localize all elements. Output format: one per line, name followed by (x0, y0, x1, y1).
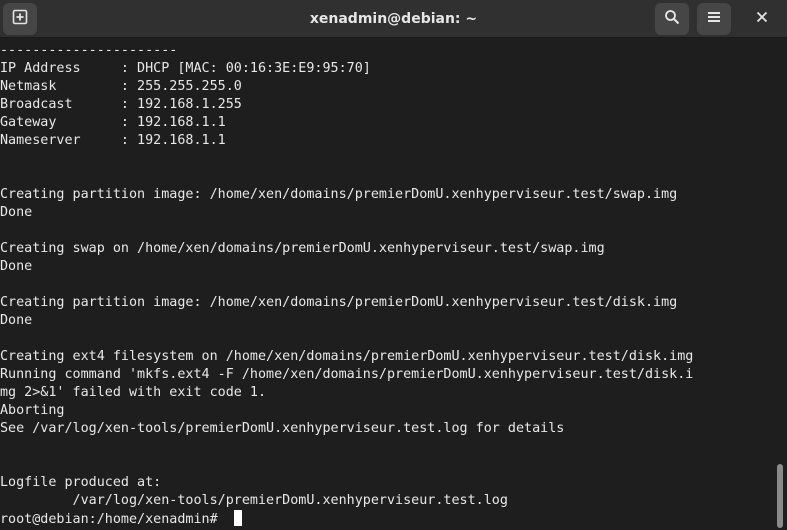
terminal-line: Creating ext4 filesystem on /home/xen/do… (0, 349, 694, 364)
scrollbar-thumb[interactable] (777, 464, 783, 528)
new-tab-button[interactable] (3, 3, 37, 35)
text-cursor (233, 510, 242, 526)
menu-button[interactable] (697, 3, 731, 35)
hamburger-menu-icon (706, 9, 722, 30)
terminal-window: xenadmin@debian: ~ ---------------------… (0, 0, 787, 530)
terminal-line: IP Address : DHCP [MAC: 00:16:3E:E9:95:7… (0, 61, 371, 76)
terminal-line: Gateway : 192.168.1.1 (0, 115, 226, 130)
terminal-line: ---------------------- (0, 43, 178, 58)
terminal-line: See /var/log/xen-tools/premierDomU.xenhy… (0, 421, 565, 436)
terminal-line: Broadcast : 192.168.1.255 (0, 97, 242, 112)
terminal-output-area[interactable]: ---------------------- IP Address : DHCP… (0, 38, 773, 530)
title-bar: xenadmin@debian: ~ (0, 0, 787, 38)
scrollbar[interactable] (773, 38, 787, 530)
terminal-line: Running command 'mkfs.ext4 -F /home/xen/… (0, 367, 694, 382)
command-prompt-line[interactable]: root@debian:/home/xenadmin# (0, 510, 693, 528)
terminal-line: Done (0, 259, 33, 274)
terminal-line: Creating swap on /home/xen/domains/premi… (0, 241, 605, 256)
terminal-line: Done (0, 205, 33, 220)
search-icon (664, 9, 680, 30)
close-button[interactable] (745, 3, 779, 35)
terminal-line: Creating partition image: /home/xen/doma… (0, 295, 678, 310)
terminal-line: mg 2>&1' failed with exit code 1. (0, 385, 267, 400)
terminal-line: Aborting (0, 403, 65, 418)
terminal-line: /var/log/xen-tools/premierDomU.xenhyperv… (0, 493, 508, 508)
terminal-line: Logfile produced at: (0, 475, 162, 490)
search-button[interactable] (655, 3, 689, 35)
terminal-line: Netmask : 255.255.255.0 (0, 79, 242, 94)
close-icon (755, 10, 769, 29)
shell-prompt: root@debian:/home/xenadmin# (0, 512, 218, 527)
terminal-line: Nameserver : 192.168.1.1 (0, 133, 226, 148)
terminal-line: Creating partition image: /home/xen/doma… (0, 187, 678, 202)
new-tab-icon (12, 9, 28, 30)
terminal-lines: ---------------------- IP Address : DHCP… (0, 42, 693, 528)
terminal-line: Done (0, 313, 33, 328)
